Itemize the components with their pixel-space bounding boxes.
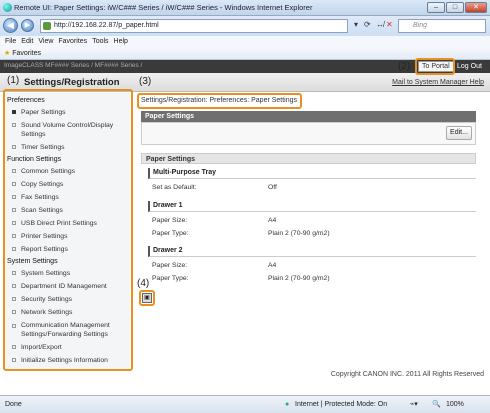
callout-box-sidebar (3, 89, 133, 371)
d2-size-value: A4 (268, 262, 277, 269)
status-bar: Done ● Internet | Protected Mode: On ⌁▾ … (0, 395, 490, 413)
menu-favorites[interactable]: Favorites (58, 38, 87, 45)
logout-link[interactable]: Log Out (457, 61, 482, 72)
protected-icon[interactable]: ⌁▾ (410, 396, 418, 413)
refresh-icon[interactable]: ⟳ (364, 20, 371, 29)
d2-size-label: Paper Size: (152, 262, 188, 269)
back-button[interactable]: ◀ (3, 18, 18, 33)
callout-box-portal (415, 58, 455, 75)
window-titlebar: Remote UI: Paper Settings: iW/C### Serie… (0, 0, 490, 16)
menu-bar: File Edit View Favorites Tools Help (0, 36, 490, 48)
callout-box-top (139, 290, 155, 306)
url-input[interactable]: http://192.168.22.87/p_paper.html (40, 19, 348, 33)
edit-button[interactable]: Edit... (446, 126, 472, 140)
d1-type-label: Paper Type: (152, 230, 189, 237)
security-zone[interactable]: Internet | Protected Mode: On (295, 396, 387, 413)
ie-app-icon (3, 3, 12, 12)
window-title: Remote UI: Paper Settings: iW/C### Serie… (14, 3, 313, 12)
close-button[interactable]: ✕ (465, 2, 487, 13)
d1-size-label: Paper Size: (152, 217, 188, 224)
zoom-icon: 🔍 (432, 401, 441, 408)
star-icon: ★ (4, 50, 11, 57)
device-name: ImageCLASS MF#### Series / MF#### Series… (4, 62, 143, 69)
d1-type-value: Plain 2 (70-90 g/m2) (268, 230, 330, 237)
menu-file[interactable]: File (5, 38, 16, 45)
copyright: Copyright CANON INC. 2011 All Rights Res… (330, 371, 484, 378)
minimize-button[interactable]: – (427, 2, 445, 13)
menu-help[interactable]: Help (114, 38, 128, 45)
zoom-level[interactable]: 100% (446, 396, 464, 413)
set-default-label: Set as Default: (152, 184, 197, 191)
mail-help-links[interactable]: Mail to System Manager Help (392, 79, 484, 86)
edit-panel (141, 122, 476, 145)
status-text: Done (5, 401, 22, 408)
section-title-paper-settings: Paper Settings (141, 111, 476, 122)
page-title: Settings/Registration (24, 77, 120, 88)
d2-type-value: Plain 2 (70-90 g/m2) (268, 275, 330, 282)
search-input[interactable]: Bing (398, 19, 486, 33)
compat-icon[interactable]: ↮ (376, 20, 384, 29)
callout-label-4: (4) (137, 278, 150, 289)
section-title-paper-details: Paper Settings (141, 153, 476, 164)
search-placeholder: Bing (413, 22, 428, 29)
site-icon (43, 22, 51, 30)
d1-size-value: A4 (268, 217, 277, 224)
menu-tools[interactable]: Tools (92, 38, 108, 45)
d2-type-label: Paper Type: (152, 275, 189, 282)
dropdown-icon[interactable]: ▾ (354, 20, 358, 29)
favorites-button[interactable]: Favorites (12, 50, 41, 57)
set-default-value: Off (268, 184, 277, 191)
subsection-mp-tray: Multi-Purpose Tray (148, 168, 476, 179)
stop-icon[interactable]: ✕ (386, 20, 393, 29)
callout-label-3: (3) (139, 76, 152, 87)
callout-label-2: (2) (398, 61, 411, 72)
maximize-button[interactable]: □ (446, 2, 464, 13)
callout-box-breadcrumb (137, 93, 302, 109)
subsection-drawer1: Drawer 1 (148, 201, 476, 212)
menu-view[interactable]: View (38, 38, 53, 45)
globe-icon: ● (285, 401, 290, 408)
menu-edit[interactable]: Edit (21, 38, 33, 45)
url-text: http://192.168.22.87/p_paper.html (54, 22, 159, 29)
forward-button[interactable]: ▶ (21, 19, 34, 32)
address-bar: ◀ ▶ http://192.168.22.87/p_paper.html ▾ … (0, 16, 490, 36)
callout-label-1: (1) (7, 75, 20, 86)
subsection-drawer2: Drawer 2 (148, 246, 476, 257)
